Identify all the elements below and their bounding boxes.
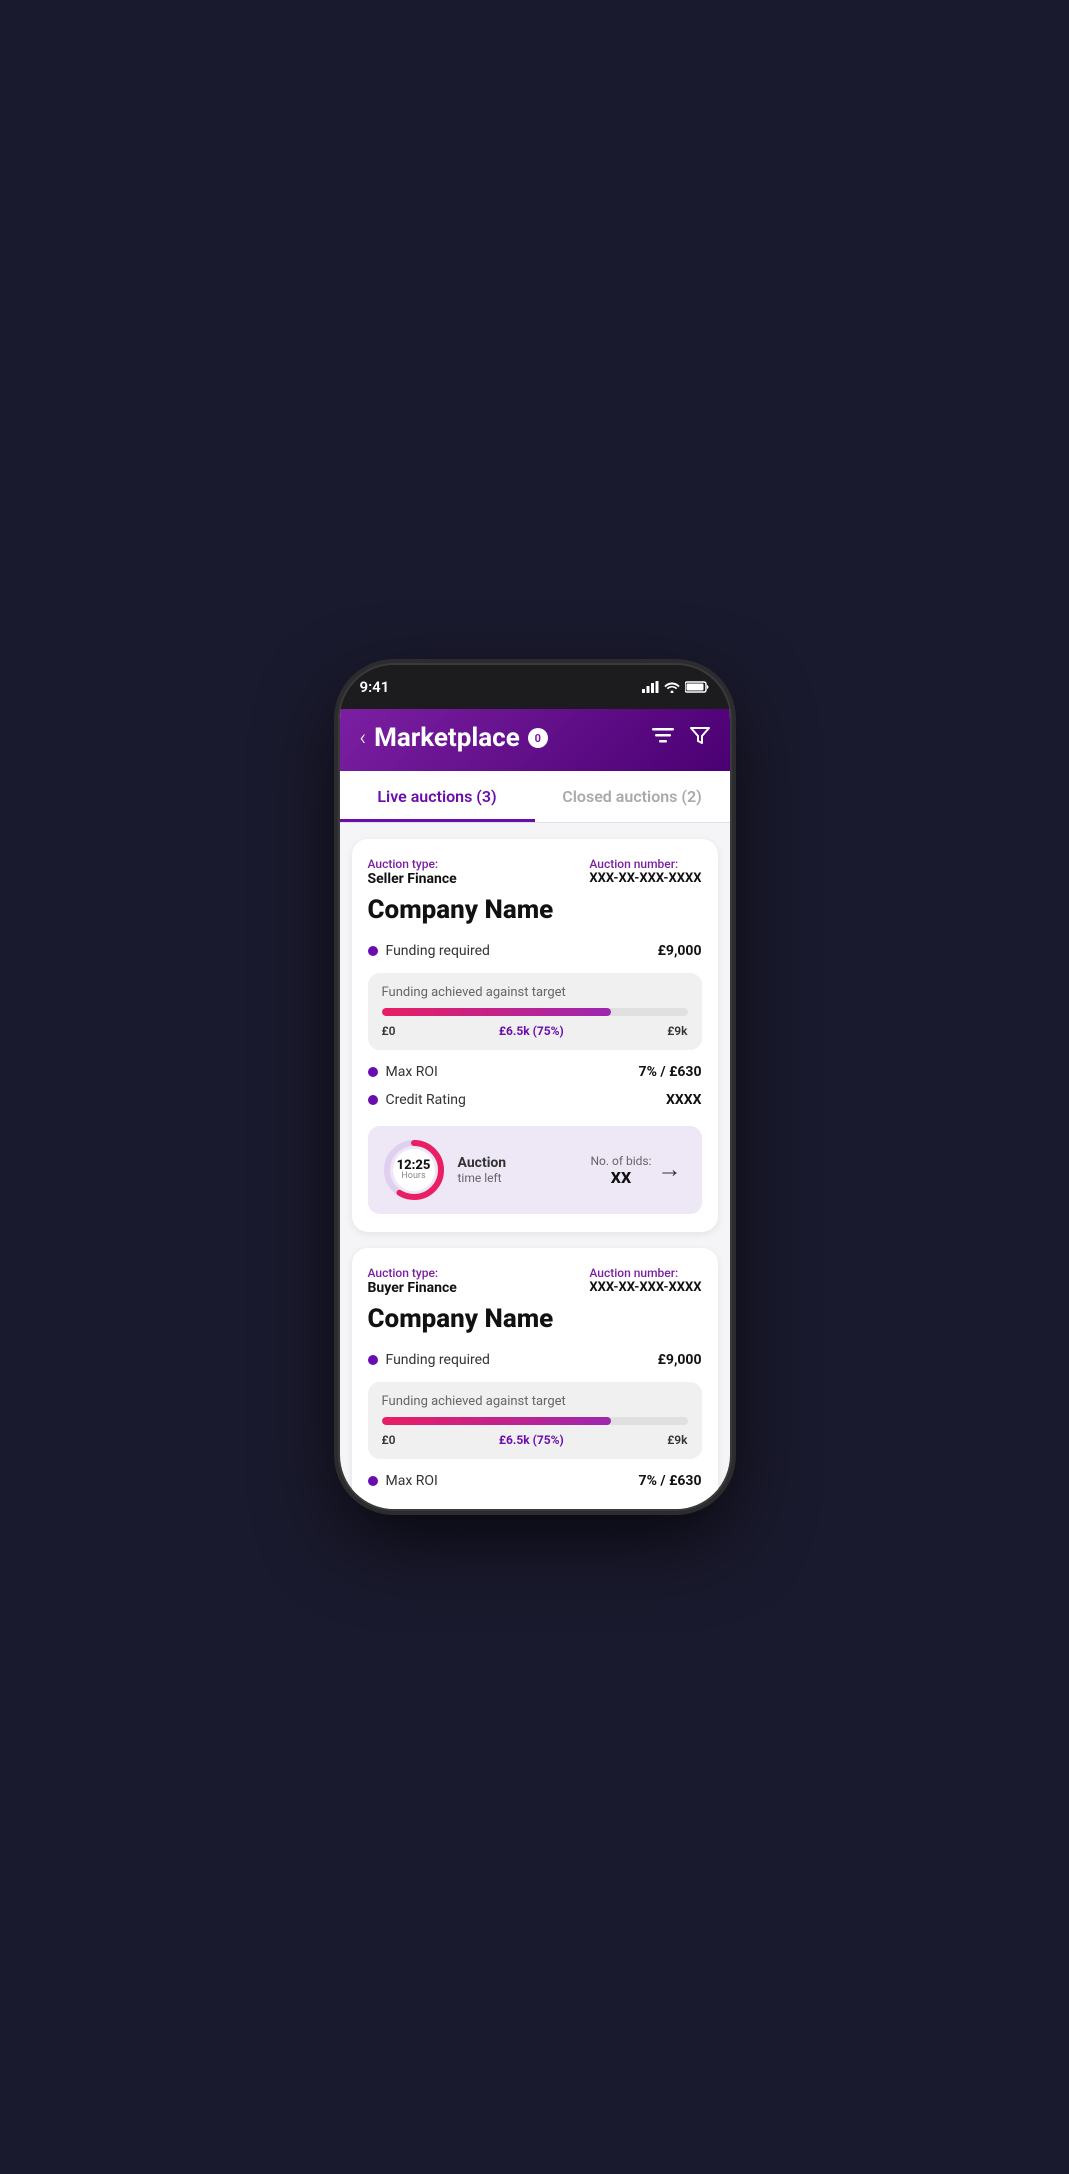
progress-fill-1 [382, 1008, 612, 1016]
auction-number-block-1: Auction number: XXX-XX-XXX-XXXX [589, 857, 701, 887]
filter-icon[interactable] [690, 726, 710, 751]
timer-info-1: Auction time left [446, 1155, 591, 1185]
signal-icon [642, 681, 659, 693]
tab-closed-auctions[interactable]: Closed auctions (2) [535, 771, 730, 822]
marker-mid-2: £6.5k (75%) [499, 1433, 564, 1447]
timer-unit-1: Hours [397, 1172, 431, 1181]
auction-list: Auction type: Seller Finance Auction num… [340, 823, 730, 1509]
auction-number-value-1: XXX-XX-XXX-XXXX [589, 871, 701, 886]
progress-track-1 [382, 1008, 688, 1016]
credit-rating-value-1: XXXX [666, 1092, 702, 1108]
status-time: 9:41 [360, 678, 390, 696]
max-roi-label-2: Max ROI [386, 1473, 438, 1489]
funding-label-1: Funding required [386, 943, 490, 959]
funding-box-1: Funding achieved against target £0 £6.5k… [368, 973, 702, 1050]
header-title-wrap: Marketplace 0 [374, 723, 548, 753]
dot-roi-2 [368, 1476, 378, 1486]
notification-badge: 0 [528, 728, 548, 748]
credit-rating-row-1: Credit Rating XXXX [368, 1086, 702, 1114]
marker-mid-1: £6.5k (75%) [499, 1024, 564, 1038]
funding-row-1: Funding required £9,000 [368, 937, 702, 965]
company-name-1: Company Name [368, 895, 702, 925]
auction-number-label-1: Auction number: [589, 857, 701, 871]
bids-label-1: No. of bids: [590, 1154, 651, 1168]
auction-card-2[interactable]: Auction type: Buyer Finance Auction numb… [352, 1248, 718, 1509]
funding-value-1: £9,000 [658, 943, 702, 959]
max-roi-row-2: Max ROI 7% / £630 [368, 1467, 702, 1495]
auction-number-label-2: Auction number: [589, 1266, 701, 1280]
auction-time-left-sub-1: time left [458, 1171, 579, 1185]
tab-live-auctions[interactable]: Live auctions (3) [340, 771, 535, 822]
funding-box-label-1: Funding achieved against target [382, 985, 688, 1000]
marker-end-1: £9k [667, 1024, 687, 1038]
auction-type-label-1: Auction type: [368, 857, 457, 871]
credit-rating-label-1: Credit Rating [386, 1092, 466, 1108]
screen: ‹ Marketplace 0 [340, 709, 730, 1509]
dot-roi-1 [368, 1067, 378, 1077]
marker-end-2: £9k [667, 1433, 687, 1447]
progress-markers-1: £0 £6.5k (75%) £9k [382, 1024, 688, 1038]
status-icons [642, 681, 710, 693]
auction-time-left-label-1: Auction [458, 1155, 579, 1171]
funding-box-label-2: Funding achieved against target [382, 1394, 688, 1409]
marker-start-1: £0 [382, 1024, 396, 1038]
card-detail-button-1[interactable]: → [652, 1152, 688, 1188]
app-header: ‹ Marketplace 0 [340, 709, 730, 771]
dot-credit-1 [368, 1095, 378, 1105]
timer-row-1[interactable]: 12:25 Hours Auction time left No. of bid… [368, 1126, 702, 1214]
dot-icon-2 [368, 1355, 378, 1365]
back-button[interactable]: ‹ [360, 726, 367, 751]
auction-type-label-2: Auction type: [368, 1266, 457, 1280]
bids-info-1: No. of bids: XX [590, 1154, 651, 1187]
progress-fill-2 [382, 1417, 612, 1425]
marker-start-2: £0 [382, 1433, 396, 1447]
status-bar: 9:41 [340, 665, 730, 709]
funding-row-2: Funding required £9,000 [368, 1346, 702, 1374]
funding-value-2: £9,000 [658, 1352, 702, 1368]
auction-type-block-1: Auction type: Seller Finance [368, 857, 457, 887]
company-name-2: Company Name [368, 1304, 702, 1334]
max-roi-value-2: 7% / £630 [639, 1473, 702, 1489]
auction-number-value-2: XXX-XX-XXX-XXXX [589, 1280, 701, 1295]
funding-label-2: Funding required [386, 1352, 490, 1368]
header-actions [652, 726, 710, 751]
phone-shell: 9:41 [340, 665, 730, 1509]
tabs-bar: Live auctions (3) Closed auctions (2) [340, 771, 730, 823]
auction-card-1[interactable]: Auction type: Seller Finance Auction num… [352, 839, 718, 1232]
funding-box-2: Funding achieved against target £0 £6.5k… [368, 1382, 702, 1459]
dot-icon-1 [368, 946, 378, 956]
header-left: ‹ Marketplace 0 [360, 723, 548, 753]
sort-icon[interactable] [652, 728, 674, 749]
bids-value-1: XX [590, 1168, 651, 1187]
auction-type-block-2: Auction type: Buyer Finance [368, 1266, 457, 1296]
timer-circle-1: 12:25 Hours [382, 1138, 446, 1202]
progress-track-2 [382, 1417, 688, 1425]
card-meta-row-1: Auction type: Seller Finance Auction num… [368, 857, 702, 887]
auction-type-value-1: Seller Finance [368, 871, 457, 887]
auction-number-block-2: Auction number: XXX-XX-XXX-XXXX [589, 1266, 701, 1296]
auction-type-value-2: Buyer Finance [368, 1280, 457, 1296]
battery-icon [685, 681, 710, 693]
max-roi-value-1: 7% / £630 [639, 1064, 702, 1080]
page-title: Marketplace [374, 723, 520, 753]
max-roi-row-1: Max ROI 7% / £630 [368, 1058, 702, 1086]
max-roi-label-1: Max ROI [386, 1064, 438, 1080]
card-meta-row-2: Auction type: Buyer Finance Auction numb… [368, 1266, 702, 1296]
progress-markers-2: £0 £6.5k (75%) £9k [382, 1433, 688, 1447]
wifi-icon [664, 681, 680, 693]
